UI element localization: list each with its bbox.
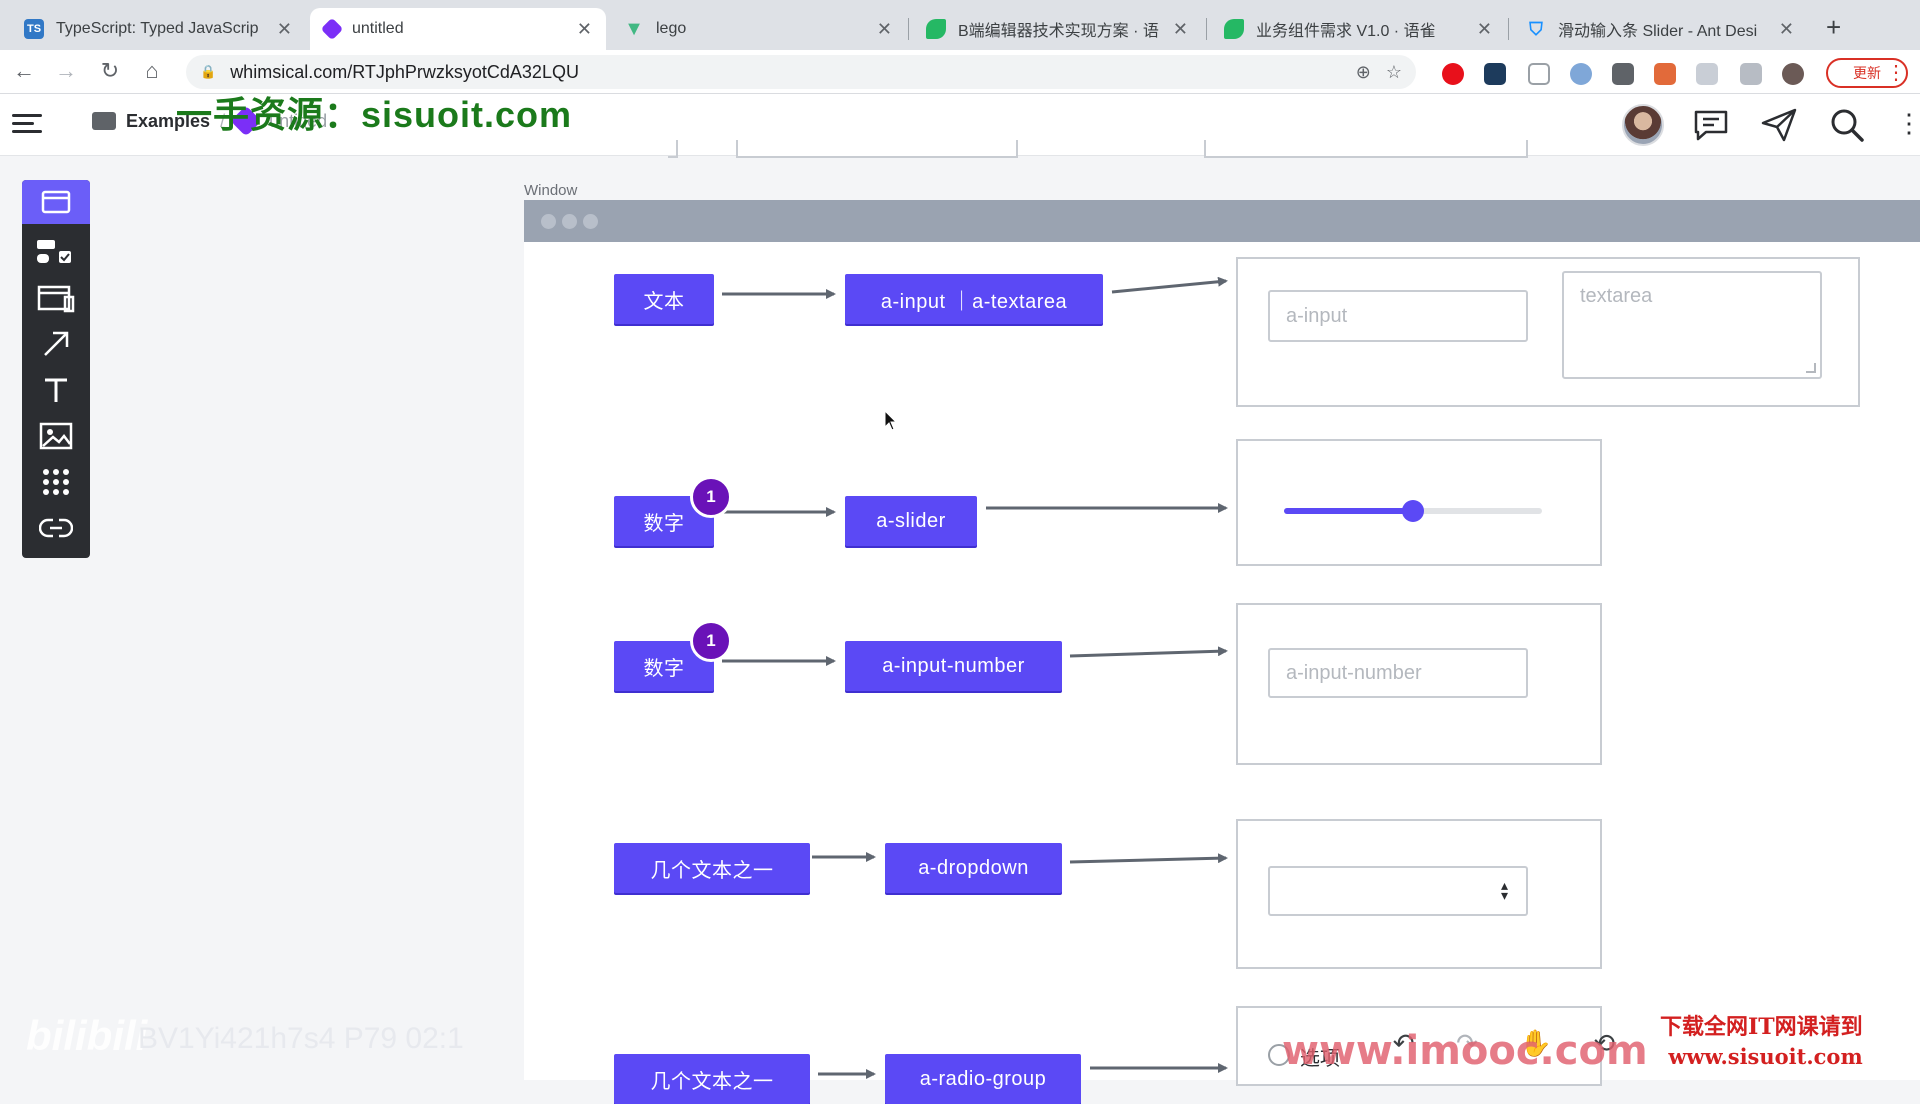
yuque-favicon-icon [926,19,946,39]
component-node-input-number[interactable]: a-input-number [845,641,1062,691]
tab-typescript[interactable]: TS TypeScript: Typed JavaScrip ✕ [10,8,306,50]
sisuoit-watermark-line2: www.sisuoit.com [1668,1044,1863,1069]
bookmark-star-icon[interactable]: ⊕ ☆ [1356,62,1402,83]
frame-label: Window [524,182,578,199]
tab-close-icon[interactable]: ✕ [1477,19,1492,40]
folder-icon [92,112,116,130]
comment-badge[interactable]: 1 [690,476,732,518]
window-frame-titlebar [524,200,1920,242]
tab-title: TypeScript: Typed JavaScrip [56,20,259,37]
shield-extension-icon[interactable] [1528,63,1550,85]
tab-title: lego [656,20,687,37]
shield-favicon-icon: ⛉ [1529,18,1543,39]
opera-extension-icon[interactable] [1442,63,1464,85]
tab-separator [1206,18,1207,40]
url-text: whimsical.com/RTJphPrwzksyotCdA32LQU [230,61,579,82]
share-send-icon[interactable] [1760,106,1798,144]
image-tool-icon[interactable] [32,416,80,456]
preview-slider-handle[interactable] [1402,500,1424,522]
frame-tool-icon[interactable] [32,278,80,318]
extensions-icon[interactable] [1740,63,1762,85]
preview-slider-fill [1284,508,1413,514]
mouse-cursor-icon [884,410,898,431]
yuque-favicon-icon [1224,19,1244,39]
translate-extension-icon[interactable] [1654,63,1676,85]
browser-menu-icon[interactable]: ⋮ [1886,60,1906,85]
sisuoit-watermark: 下载全网IT网课请到 www.sisuoit.com [1660,1012,1863,1072]
resize-grip-icon[interactable] [1806,363,1816,373]
vue-favicon-icon: ▼ [624,17,644,40]
watermark-text: 一手资源：sisuoit.com [176,94,573,135]
vpn-extension-icon[interactable] [1570,63,1592,85]
component-node-slider[interactable]: a-slider [845,496,977,546]
grid-tool-icon[interactable] [32,462,80,502]
component-node-dropdown[interactable]: a-dropdown [885,843,1062,893]
comment-icon[interactable] [1692,106,1730,144]
tab-separator [1508,18,1509,40]
textarea-placeholder: textarea [1580,285,1653,307]
wireframe-window-tool-icon[interactable] [22,180,90,224]
new-tab-icon[interactable]: + [1826,12,1841,43]
preview-input-field[interactable]: a-input [1268,290,1528,342]
bilibili-watermark: bilibili [26,1012,148,1059]
forward-icon[interactable]: → [52,58,80,84]
profile-icon[interactable] [1782,63,1804,85]
tab-title: B端编辑器技术实现方案 · 语 [958,23,1159,40]
type-node-text[interactable]: 文本 [614,274,714,324]
browser-tab-strip: TS TypeScript: Typed JavaScrip ✕ untitle… [0,0,1920,50]
tab-lego[interactable]: ▼ lego ✕ [610,8,906,50]
search-icon[interactable] [1828,106,1866,144]
address-bar[interactable]: 🔒 whimsical.com/RTJphPrwzksyotCdA32LQU ⊕… [186,55,1416,89]
type-node-one-of-texts[interactable]: 几个文本之一 [614,843,810,893]
link-tool-icon[interactable] [32,508,80,548]
devtools-extension-icon[interactable] [1696,63,1718,85]
tab-close-icon[interactable]: ✕ [577,19,592,40]
preview-input-number-field[interactable]: a-input-number [1268,648,1528,698]
tab-close-icon[interactable]: ✕ [277,19,292,40]
window-dot-icon [583,214,598,229]
avatar[interactable] [1622,104,1664,146]
tab-close-icon[interactable]: ✕ [1779,19,1794,40]
tab-title: 业务组件需求 V1.0 · 语雀 [1256,23,1436,40]
tab-title: 滑动输入条 Slider - Ant Desi [1558,23,1758,40]
tab-separator [908,18,909,40]
tab-yuque-editor[interactable]: B端编辑器技术实现方案 · 语 ✕ [912,8,1202,50]
imooc-watermark: www.imooc.com [1282,1028,1648,1074]
menu-icon[interactable] [12,112,46,136]
back-icon[interactable]: ← [10,58,38,84]
typescript-favicon-icon: TS [24,19,44,39]
tab-yuque-requirements[interactable]: 业务组件需求 V1.0 · 语雀 ✕ [1210,8,1506,50]
component-node-radio-group[interactable]: a-radio-group [885,1054,1081,1104]
preview-slider-track[interactable] [1284,500,1542,522]
preview-select-field[interactable]: ▴ ▾ [1268,866,1528,916]
tab-ant-design-slider[interactable]: ⛉ 滑动输入条 Slider - Ant Desi ✕ [1512,8,1808,50]
text-tool-icon[interactable] [32,370,80,410]
sisuoit-watermark-line1: 下载全网IT网课请到 [1660,1014,1863,1040]
component-node-input[interactable]: a-input ｜a-textarea [845,274,1103,324]
react-devtools-icon[interactable] [1484,63,1506,85]
video-id-watermark: BV1Yi421h7s4 P79 02:1 [138,1022,464,1055]
arrow-tool-icon[interactable] [32,324,80,364]
comment-badge[interactable]: 1 [690,620,732,662]
window-dot-icon [541,214,556,229]
puzzle-extension-icon[interactable] [1612,63,1634,85]
tab-title: untitled [352,20,404,37]
tab-close-icon[interactable]: ✕ [1173,19,1188,40]
form-elements-tool-icon[interactable] [32,232,80,272]
lock-icon: 🔒 [200,64,217,79]
tab-close-icon[interactable]: ✕ [877,19,892,40]
select-chevron-icon: ▴ ▾ [1500,877,1508,903]
home-icon[interactable]: ⌂ [138,58,166,84]
window-dot-icon [562,214,577,229]
preview-textarea-field[interactable]: textarea [1562,271,1822,379]
more-options-icon[interactable]: ⋮ [1896,108,1920,139]
tab-untitled[interactable]: untitled ✕ [310,8,606,50]
reload-icon[interactable]: ↻ [96,58,124,84]
tool-palette [22,180,90,558]
type-node-one-of-texts[interactable]: 几个文本之一 [614,1054,810,1104]
whimsical-favicon-icon [320,17,344,41]
